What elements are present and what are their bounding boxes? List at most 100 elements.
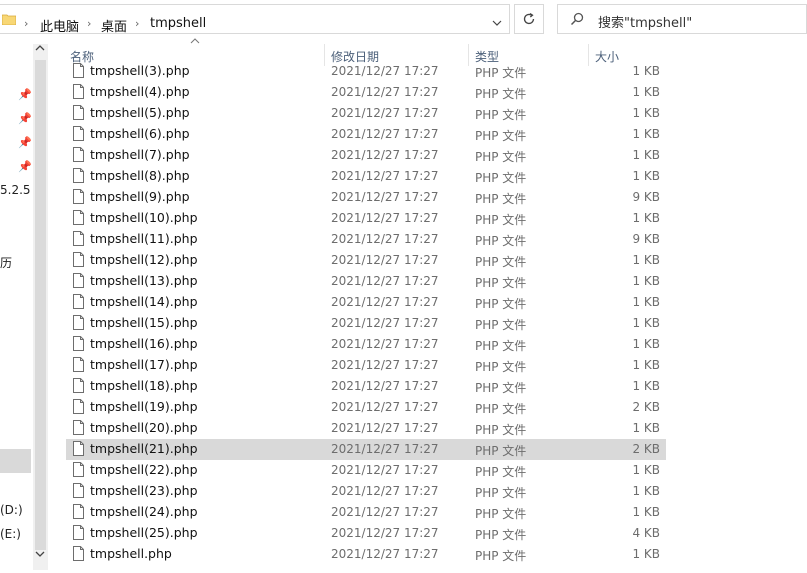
file-modified-date: 2021/12/27 17:27: [331, 274, 439, 288]
file-modified-date: 2021/12/27 17:27: [331, 295, 439, 309]
file-name[interactable]: tmpshell(25).php: [90, 525, 198, 540]
php-file-icon: [73, 294, 84, 309]
file-row[interactable]: tmpshell(9).php 2021/12/27 17:27 PHP 文件 9 K…: [66, 187, 666, 208]
file-name[interactable]: tmpshell(8).php: [90, 168, 190, 183]
file-row[interactable]: tmpshell(11).php 2021/12/27 17:27 PHP 文件 9 …: [66, 229, 666, 250]
address-bar[interactable]: › 此电脑 › 桌面 › tmpshell: [0, 0, 544, 36]
file-size: 1 KB: [632, 484, 660, 498]
pin-icon[interactable]: 📌: [18, 112, 32, 125]
file-type: PHP 文件: [475, 108, 527, 122]
file-name[interactable]: tmpshell(17).php: [90, 357, 198, 372]
file-row[interactable]: tmpshell(22).php 2021/12/27 17:27 PHP 文件 1 …: [66, 460, 666, 481]
file-modified-date: 2021/12/27 17:27: [331, 253, 439, 267]
php-file-icon: [73, 231, 84, 246]
search-box[interactable]: 搜索"tmpshell": [557, 4, 807, 34]
file-name[interactable]: tmpshell(9).php: [90, 189, 190, 204]
file-name[interactable]: tmpshell(16).php: [90, 336, 198, 351]
file-type: PHP 文件: [475, 402, 527, 416]
file-type: PHP 文件: [475, 276, 527, 290]
file-row[interactable]: tmpshell(23).php 2021/12/27 17:27 PHP 文件 1 …: [66, 481, 666, 502]
php-file-icon: [73, 525, 84, 540]
file-row[interactable]: tmpshell(17).php 2021/12/27 17:27 PHP 文件 1 …: [66, 355, 666, 376]
breadcrumb-separator: ›: [135, 17, 140, 30]
pin-icon[interactable]: 📌: [18, 136, 32, 149]
breadcrumb-tmpshell[interactable]: tmpshell: [150, 16, 206, 31]
file-type: PHP 文件: [475, 528, 527, 542]
file-name[interactable]: tmpshell(19).php: [90, 399, 198, 414]
address-box[interactable]: › 此电脑 › 桌面 › tmpshell: [0, 4, 510, 35]
breadcrumb-separator: ›: [87, 17, 92, 30]
file-name[interactable]: tmpshell(11).php: [90, 231, 198, 246]
file-name[interactable]: tmpshell(20).php: [90, 420, 198, 435]
file-row[interactable]: tmpshell.php 2021/12/27 17:27 PHP 文件 1 KB: [66, 544, 666, 565]
file-type: PHP 文件: [475, 213, 527, 227]
file-row[interactable]: tmpshell(15).php 2021/12/27 17:27 PHP 文件 1 …: [66, 313, 666, 334]
file-row[interactable]: tmpshell(12).php 2021/12/27 17:27 PHP 文件 1 …: [66, 250, 666, 271]
file-name[interactable]: tmpshell(5).php: [90, 105, 190, 120]
file-row[interactable]: tmpshell(19).php 2021/12/27 17:27 PHP 文件 2 …: [66, 397, 666, 418]
file-name[interactable]: tmpshell(3).php: [90, 63, 190, 78]
nav-item-label[interactable]: 历: [0, 254, 12, 271]
search-placeholder[interactable]: 搜索"tmpshell": [598, 12, 692, 31]
file-row[interactable]: tmpshell(21).php 2021/12/27 17:27 PHP 文件 2 …: [66, 439, 666, 460]
file-row[interactable]: tmpshell(24).php 2021/12/27 17:27 PHP 文件 1 …: [66, 502, 666, 523]
file-name[interactable]: tmpshell(24).php: [90, 504, 198, 519]
file-row[interactable]: tmpshell(16).php 2021/12/27 17:27 PHP 文件 1 …: [66, 334, 666, 355]
file-row[interactable]: tmpshell(5).php 2021/12/27 17:27 PHP 文件 1 K…: [66, 103, 666, 124]
file-modified-date: 2021/12/27 17:27: [331, 64, 439, 78]
file-name[interactable]: tmpshell(18).php: [90, 378, 198, 393]
php-file-icon: [73, 168, 84, 183]
file-modified-date: 2021/12/27 17:27: [331, 505, 439, 519]
file-name[interactable]: tmpshell(6).php: [90, 126, 190, 141]
file-modified-date: 2021/12/27 17:27: [331, 547, 439, 561]
file-name[interactable]: tmpshell(10).php: [90, 210, 198, 225]
php-file-icon: [73, 105, 84, 120]
file-type: PHP 文件: [475, 444, 527, 458]
file-row[interactable]: tmpshell(20).php 2021/12/27 17:27 PHP 文件 1 …: [66, 418, 666, 439]
file-name[interactable]: tmpshell(15).php: [90, 315, 198, 330]
file-row[interactable]: tmpshell(7).php 2021/12/27 17:27 PHP 文件 1 K…: [66, 145, 666, 166]
file-name[interactable]: tmpshell(13).php: [90, 273, 198, 288]
file-name[interactable]: tmpshell(23).php: [90, 483, 198, 498]
file-modified-date: 2021/12/27 17:27: [331, 379, 439, 393]
breadcrumb-this-pc[interactable]: 此电脑: [40, 16, 79, 35]
file-list[interactable]: tmpshell(3).php 2021/12/27 17:27 PHP 文件 1 K…: [66, 62, 666, 573]
nav-item-label[interactable]: 5.2.5: [0, 183, 31, 197]
file-name[interactable]: tmpshell(14).php: [90, 294, 198, 309]
file-row[interactable]: tmpshell(4).php 2021/12/27 17:27 PHP 文件 1 K…: [66, 82, 666, 103]
file-row[interactable]: tmpshell(3).php 2021/12/27 17:27 PHP 文件 1 K…: [66, 62, 666, 82]
file-row[interactable]: tmpshell(25).php 2021/12/27 17:27 PHP 文件 4 …: [66, 523, 666, 544]
file-row[interactable]: tmpshell(13).php 2021/12/27 17:27 PHP 文件 1 …: [66, 271, 666, 292]
file-row[interactable]: tmpshell(14).php 2021/12/27 17:27 PHP 文件 1 …: [66, 292, 666, 313]
file-modified-date: 2021/12/27 17:27: [331, 400, 439, 414]
php-file-icon: [73, 546, 84, 561]
nav-scrollbar-thumb[interactable]: [35, 60, 46, 550]
file-name[interactable]: tmpshell(4).php: [90, 84, 190, 99]
file-modified-date: 2021/12/27 17:27: [331, 127, 439, 141]
nav-drive-d[interactable]: (D:): [0, 503, 23, 517]
chevron-down-icon[interactable]: [35, 550, 45, 560]
refresh-icon: [523, 12, 535, 25]
file-name[interactable]: tmpshell(21).php: [90, 441, 198, 456]
file-modified-date: 2021/12/27 17:27: [331, 316, 439, 330]
file-row[interactable]: tmpshell(6).php 2021/12/27 17:27 PHP 文件 1 K…: [66, 124, 666, 145]
breadcrumb-desktop[interactable]: 桌面: [101, 16, 127, 35]
pin-icon[interactable]: 📌: [18, 160, 32, 173]
file-name[interactable]: tmpshell(7).php: [90, 147, 190, 162]
file-size: 1 KB: [632, 64, 660, 78]
file-size: 1 KB: [632, 295, 660, 309]
file-row[interactable]: tmpshell(10).php 2021/12/27 17:27 PHP 文件 1 …: [66, 208, 666, 229]
file-name[interactable]: tmpshell(22).php: [90, 462, 198, 477]
pin-icon[interactable]: 📌: [18, 88, 32, 101]
php-file-icon: [73, 441, 84, 456]
file-name[interactable]: tmpshell(12).php: [90, 252, 198, 267]
file-name[interactable]: tmpshell.php: [90, 546, 172, 561]
nav-drive-e[interactable]: (E:): [0, 527, 21, 541]
address-history-dropdown[interactable]: [489, 15, 505, 33]
file-modified-date: 2021/12/27 17:27: [331, 484, 439, 498]
file-row[interactable]: tmpshell(18).php 2021/12/27 17:27 PHP 文件 1 …: [66, 376, 666, 397]
nav-item-selected[interactable]: [0, 449, 31, 473]
refresh-button[interactable]: [514, 4, 544, 34]
chevron-up-icon[interactable]: [35, 44, 45, 54]
file-row[interactable]: tmpshell(8).php 2021/12/27 17:27 PHP 文件 1 K…: [66, 166, 666, 187]
